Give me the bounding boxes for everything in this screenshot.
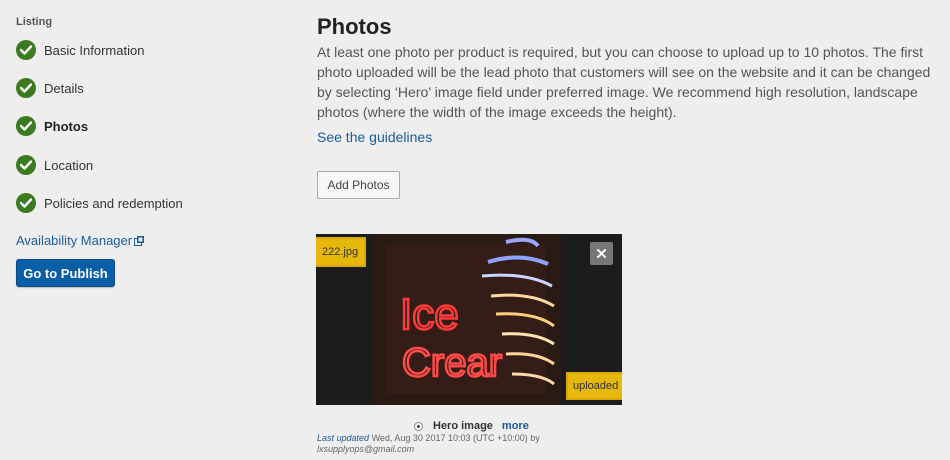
- hero-image-row: Hero image more: [414, 418, 529, 434]
- sidebar-item-basic-information[interactable]: Basic Information: [16, 39, 144, 61]
- external-link-icon: [134, 235, 145, 246]
- more-link[interactable]: more: [502, 420, 529, 432]
- sidebar-item-policies-and-redemption[interactable]: Policies and redemption: [16, 192, 183, 214]
- last-updated-info: Last updated Wed, Aug 30 2017 10:03 (UTC…: [317, 433, 557, 455]
- check-circle-icon: [16, 40, 36, 60]
- hero-image-label: Hero image: [433, 420, 493, 432]
- sidebar-item-label: Policies and redemption: [44, 195, 183, 211]
- page-title: Photos: [317, 14, 392, 39]
- check-circle-icon: [16, 193, 36, 213]
- availability-manager-label: Availability Manager: [16, 233, 133, 248]
- photo-card: Ice Crear 222.jpg uploaded: [316, 234, 622, 405]
- sidebar-item-label: Location: [44, 157, 94, 173]
- sidebar-heading: Listing: [16, 16, 53, 28]
- add-photos-button[interactable]: Add Photos: [317, 171, 400, 199]
- close-icon: [597, 249, 606, 258]
- last-updated-value: Wed, Aug 30 2017 10:03 (UTC +10:00) by: [371, 433, 540, 443]
- availability-manager-link[interactable]: Availability Manager: [16, 233, 145, 248]
- see-guidelines-link[interactable]: See the guidelines: [317, 129, 432, 145]
- neon-text-line2: Crear: [402, 341, 502, 385]
- sidebar-item-location[interactable]: Location: [16, 154, 93, 176]
- neon-text-line1: Ice: [400, 290, 459, 339]
- sidebar-item-label: Basic Information: [44, 42, 145, 58]
- go-to-publish-button[interactable]: Go to Publish: [16, 259, 115, 287]
- sidebar-item-details[interactable]: Details: [16, 77, 84, 99]
- sidebar-item-label: Photos: [44, 118, 89, 134]
- check-circle-icon: [16, 155, 36, 175]
- check-circle-icon: [16, 116, 36, 136]
- photos-instructions: At least one photo per product is requir…: [317, 44, 931, 120]
- upload-status-badge: uploaded: [566, 372, 622, 400]
- sidebar-item-photos[interactable]: Photos: [16, 115, 88, 137]
- hero-image-radio[interactable]: [414, 421, 423, 431]
- last-updated-label: Last updated: [317, 433, 370, 443]
- remove-photo-button[interactable]: [590, 242, 613, 265]
- last-updated-by: lxsupplyops@gmail.com: [317, 444, 415, 454]
- filename-badge: 222.jpg: [316, 237, 367, 267]
- check-circle-icon: [16, 78, 36, 98]
- sidebar-item-label: Details: [44, 80, 84, 96]
